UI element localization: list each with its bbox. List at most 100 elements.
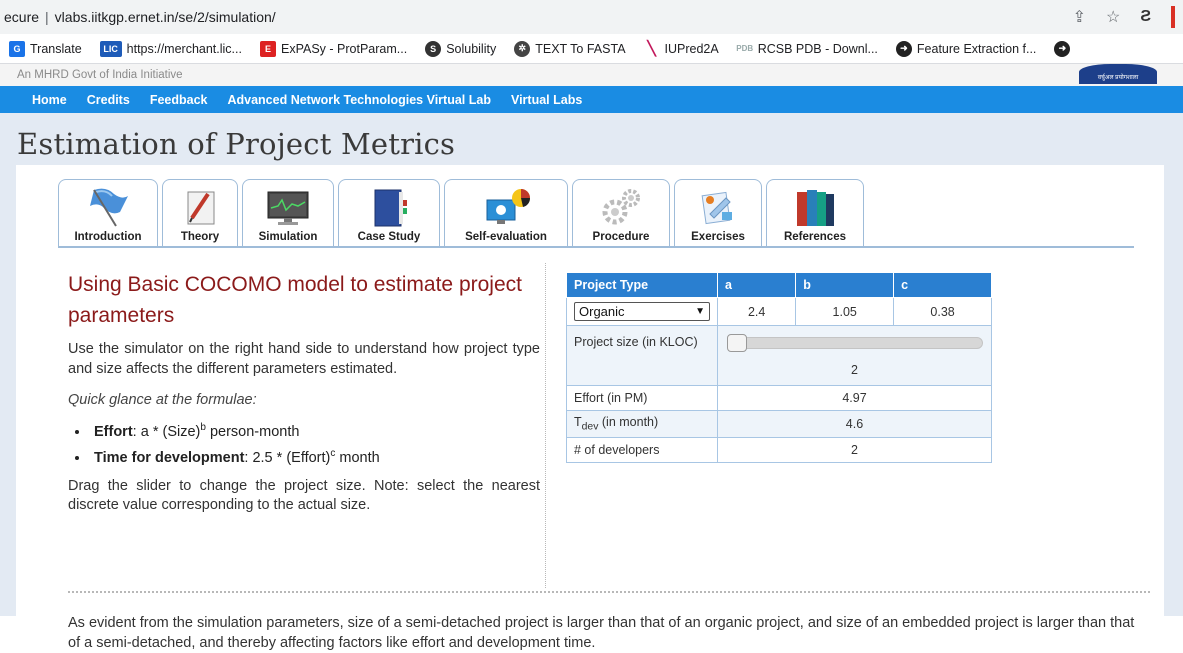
share-icon[interactable]: ⇪	[1073, 7, 1086, 27]
tab-introduction[interactable]: Introduction	[58, 179, 158, 247]
column-divider	[545, 263, 546, 588]
chevron-down-icon: ▼	[695, 306, 705, 317]
tab-label: Theory	[180, 231, 220, 243]
effort-label: Effort (in PM)	[566, 385, 718, 411]
table-row-size: Project size (in KLOC) 2	[566, 325, 992, 386]
tab-references[interactable]: References	[766, 179, 864, 247]
bookmark-feature[interactable]: ➜ Feature Extraction f...	[887, 40, 1046, 57]
header-project-type: Project Type	[566, 272, 718, 298]
nav-credits[interactable]: Credits	[77, 93, 140, 107]
bookmark-iupred[interactable]: ╲ IUPred2A	[635, 40, 728, 57]
url-separator: |	[45, 9, 49, 25]
tab-label: Simulation	[258, 231, 318, 243]
effort-unit: person-month	[205, 423, 300, 440]
books-icon	[797, 190, 834, 226]
vlabs-logo[interactable]: वर्चुअल प्रयोगशाला	[1079, 64, 1157, 84]
bookmark-merchant[interactable]: LIC https://merchant.lic...	[91, 40, 251, 57]
bookmark-solubility[interactable]: S Solubility	[416, 40, 505, 57]
table-row-developers: # of developers 2	[566, 436, 992, 463]
description-column: Using Basic COCOMO model to estimate pro…	[68, 269, 540, 516]
project-size-slider[interactable]	[726, 334, 983, 352]
bookmark-label: TEXT To FASTA	[535, 41, 626, 56]
coef-a: 2.4	[716, 297, 797, 326]
formula-list: Effort: a * (Size)b person-month Time fo…	[68, 417, 540, 469]
tdev-label: Time for development	[94, 449, 245, 466]
size-value: 2	[851, 363, 858, 377]
tdev-unit: month	[335, 449, 380, 466]
developers-label: # of developers	[566, 436, 718, 463]
header-b: b	[795, 272, 895, 298]
tab-self-evaluation[interactable]: Self-evaluation	[444, 179, 568, 247]
bookmark-label: Solubility	[446, 41, 497, 56]
gears-icon	[602, 189, 640, 225]
monitor-graph-icon	[267, 191, 309, 225]
toolbar-right: ⇪ ☆ Ƨ	[1073, 0, 1183, 34]
solubility-icon: S	[425, 40, 442, 57]
extension-icon[interactable]: Ƨ	[1140, 8, 1151, 26]
tab-label: Self-evaluation	[465, 231, 547, 243]
merchant-icon: LIC	[99, 40, 122, 57]
section-heading: Using Basic COCOMO model to estimate pro…	[68, 273, 522, 327]
intro-text: Use the simulator on the right hand side…	[68, 341, 540, 377]
section-divider	[68, 591, 1150, 593]
star-icon[interactable]: ☆	[1106, 7, 1120, 27]
bookmark-expasy[interactable]: E ExPASy - ProtParam...	[251, 40, 416, 57]
pen-paper-icon	[187, 191, 215, 225]
expasy-icon: E	[259, 40, 276, 57]
tab-simulation[interactable]: Simulation	[242, 179, 334, 247]
rcsb-icon: PDB	[736, 44, 754, 53]
table-row-effort: Effort (in PM) 4.97	[566, 385, 992, 411]
tdev-value: 4.6	[717, 410, 992, 438]
bookmark-label: RCSB PDB - Downl...	[757, 41, 878, 56]
title-area: Estimation of Project Metrics	[0, 113, 1183, 165]
developers-value: 2	[717, 436, 992, 463]
tdev-row-label: Tdev (in month)	[566, 410, 718, 438]
drag-note: Drag the slider to change the project si…	[68, 477, 540, 514]
header-a: a	[716, 272, 797, 298]
size-cell: 2	[717, 325, 992, 386]
project-type-select[interactable]: Organic ▼	[574, 302, 710, 321]
nav-virtual-labs[interactable]: Virtual Labs	[501, 93, 592, 107]
tab-label: Case Study	[357, 231, 421, 243]
page-title: Estimation of Project Metrics	[17, 127, 456, 161]
tab-label: Exercises	[691, 231, 745, 243]
project-type-value: Organic	[579, 304, 625, 319]
tab-label: Procedure	[592, 231, 650, 243]
bookmark-more[interactable]: ➜	[1045, 40, 1079, 57]
effort-value: 4.97	[717, 385, 992, 411]
main-nav: Home Credits Feedback Advanced Network T…	[0, 86, 1183, 113]
url-text[interactable]: ecure | vlabs.iitkgp.ernet.in/se/2/simulat…	[0, 9, 276, 25]
nav-home[interactable]: Home	[22, 93, 77, 107]
tdev-main: T	[574, 415, 582, 429]
bookmark-translate[interactable]: G Translate	[0, 40, 91, 57]
translate-icon: G	[9, 40, 25, 57]
bookmarks-bar: G Translate LIC https://merchant.lic... EE…	[0, 34, 1183, 64]
book-icon	[374, 189, 407, 227]
bookmark-fasta[interactable]: ✲ TEXT To FASTA	[505, 40, 634, 57]
address-bar[interactable]: ecure | vlabs.iitkgp.ernet.in/se/2/simulat…	[0, 0, 1183, 34]
feature-icon: ➜	[895, 40, 912, 57]
page-body: Estimation of Project Metrics Introducti…	[0, 113, 1183, 651]
nav-ant-vlab[interactable]: Advanced Network Technologies Virtual La…	[217, 93, 500, 107]
tab-exercises[interactable]: Exercises	[674, 179, 762, 247]
tdev-expression: : 2.5 * (Effort)	[244, 449, 331, 466]
conclusion-text: As evident from the simulation parameter…	[68, 615, 1135, 651]
exercises-icon	[701, 191, 732, 225]
computer-chart-icon	[486, 189, 531, 224]
tab-theory[interactable]: Theory	[162, 179, 238, 247]
table-header-row: Project Type a b c	[566, 272, 992, 298]
profile-icon[interactable]	[1171, 6, 1175, 28]
iupred-icon: ╲	[647, 40, 656, 56]
bookmark-label: Translate	[30, 41, 82, 56]
tab-case-study[interactable]: Case Study	[338, 179, 440, 247]
tab-bar: Introduction Theory Simulation Case Stud…	[58, 179, 864, 247]
tdev-sub: dev	[581, 421, 599, 433]
bookmark-label: ExPASy - ProtParam...	[280, 41, 408, 56]
coef-b: 1.05	[795, 297, 895, 326]
slider-handle[interactable]	[726, 334, 747, 352]
tab-procedure[interactable]: Procedure	[572, 179, 670, 247]
fasta-icon: ✲	[514, 40, 531, 57]
bookmark-rcsb[interactable]: PDB RCSB PDB - Downl...	[728, 41, 887, 57]
nav-feedback[interactable]: Feedback	[140, 93, 218, 107]
size-label: Project size (in KLOC)	[566, 325, 718, 386]
